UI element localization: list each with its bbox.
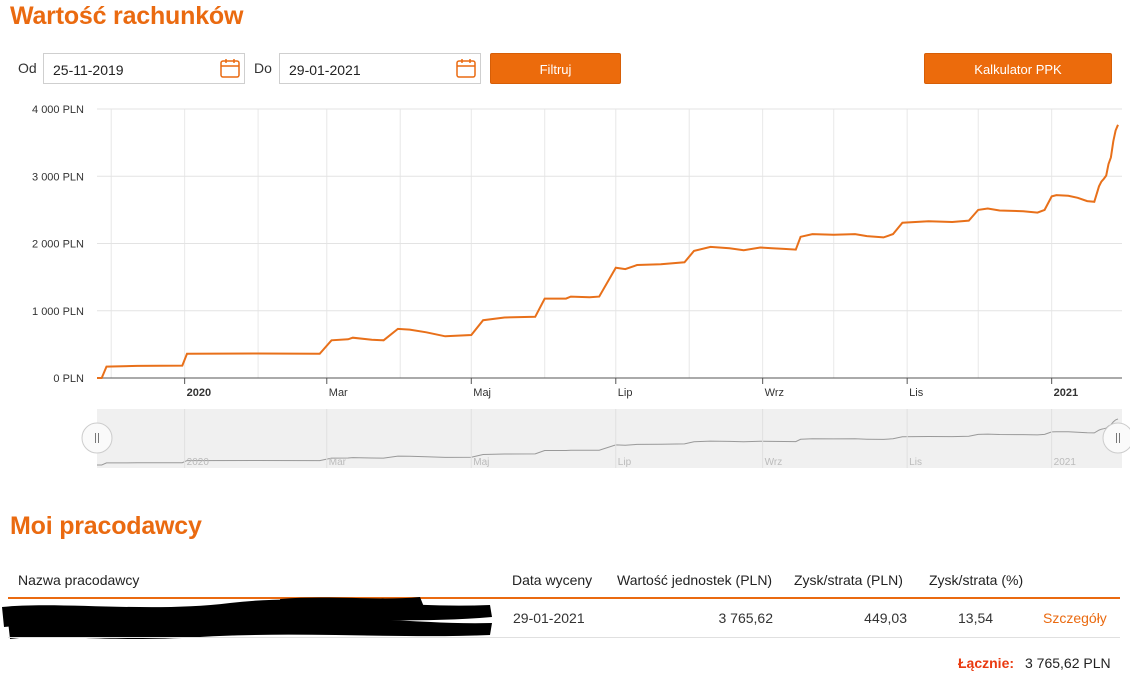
navigator-label: Mar	[329, 457, 347, 468]
profit-loss: 449,03	[864, 610, 907, 626]
account-value-chart: 0 PLN 1 000 PLN 2 000 PLN 3 000 PLN 4 000 PL…	[32, 104, 1122, 399]
y-tick-label: 4 000 PLN	[32, 104, 84, 116]
col-units-value: Wartość jednostek (PLN)	[617, 572, 773, 588]
navigator-label: Lip	[618, 457, 632, 468]
total-value: 3 765,62 PLN	[1025, 655, 1111, 671]
date-from-value: 25-11-2019	[53, 62, 124, 78]
x-tick-label: Mar	[329, 387, 348, 399]
col-profit-loss-pct: Zysk/strata (%)	[929, 572, 1024, 588]
navigator-label: Wrz	[765, 457, 783, 468]
col-employer-name: Nazwa pracodawcy	[18, 572, 140, 588]
date-from-label: Od	[18, 60, 37, 76]
valuation-date: 29-01-2021	[513, 610, 585, 626]
series-line	[97, 124, 1119, 379]
y-tick-label: 1 000 PLN	[32, 306, 84, 318]
calendar-icon[interactable]	[220, 58, 240, 78]
navigator-background	[97, 409, 1122, 468]
accounts-title: Wartość rachunków	[10, 2, 244, 30]
y-tick-label: 3 000 PLN	[32, 171, 84, 183]
x-tick-label: Wrz	[765, 387, 784, 399]
col-valuation-date: Data wyceny	[512, 572, 593, 588]
employers-title: Moi pracodawcy	[10, 512, 202, 540]
navigator-label: Maj	[473, 457, 489, 468]
total-label: Łącznie:	[958, 655, 1015, 671]
units-value: 3 765,62	[718, 610, 774, 626]
calendar-icon[interactable]	[456, 58, 476, 78]
x-tick-label: Maj	[473, 387, 491, 399]
date-to-value: 29-01-2021	[289, 62, 361, 78]
col-profit-loss: Zysk/strata (PLN)	[794, 572, 903, 588]
ppk-calculator-button[interactable]: Kalkulator PPK	[924, 53, 1112, 84]
navigator-label: 2020	[187, 457, 210, 468]
date-to-input[interactable]: 29-01-2021	[279, 53, 481, 84]
x-tick-label: Lip	[618, 387, 633, 399]
profit-loss-pct: 13,54	[958, 610, 994, 626]
navigator-left-handle[interactable]	[81, 422, 113, 454]
x-tick-label: Lis	[909, 387, 924, 399]
navigator-label: Lis	[909, 457, 922, 468]
navigator-label: 2021	[1054, 457, 1077, 468]
date-from-input[interactable]: 25-11-2019	[43, 53, 245, 84]
details-link[interactable]: Szczegóły	[1043, 610, 1107, 626]
chart-navigator[interactable]: 2020 Mar Maj Lip Wrz Lis 2021	[0, 405, 1130, 475]
row-divider	[8, 637, 1120, 638]
y-tick-label: 0 PLN	[53, 373, 84, 385]
date-to-label: Do	[254, 60, 272, 76]
x-tick-label: 2020	[187, 387, 211, 399]
redacted-employer-name	[2, 597, 492, 639]
y-tick-label: 2 000 PLN	[32, 239, 84, 251]
filter-button[interactable]: Filtruj	[490, 53, 621, 84]
x-tick-label: 2021	[1054, 387, 1078, 399]
